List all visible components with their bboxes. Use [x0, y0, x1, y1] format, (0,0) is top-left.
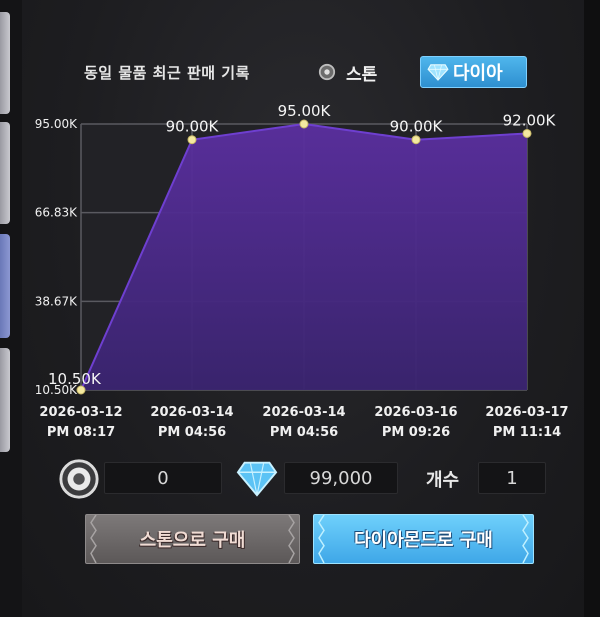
x-axis-labels: 2026-03-12 PM 08:17 2026-03-14 PM 04:56 2026… [39, 405, 568, 440]
stone-amount-field: 0 [104, 462, 222, 494]
y-tick-label: 66.83K [35, 206, 78, 220]
y-tick-label: 38.67K [35, 294, 78, 308]
y-axis-ticks: 10.50K38.67K66.83K95.00K [35, 117, 78, 397]
y-tick-label: 95.00K [35, 117, 78, 131]
zigzag-decoration-left [90, 515, 97, 563]
buy-with-diamond-button[interactable]: 다이아몬드로 구매 [313, 514, 534, 564]
diamond-icon [236, 461, 278, 497]
data-value-label: 90.00K [166, 118, 220, 136]
x-tick-date: 2026-03-14 [262, 405, 345, 420]
data-point [299, 119, 309, 129]
x-tick-date: 2026-03-12 [39, 405, 122, 420]
data-value-label: 95.00K [278, 102, 332, 120]
x-tick-time: PM 09:26 [382, 425, 450, 440]
x-tick-date: 2026-03-17 [485, 405, 568, 420]
x-tick-time: PM 04:56 [270, 425, 338, 440]
data-value-label: 92.00K [503, 111, 557, 129]
x-tick-date: 2026-03-16 [374, 405, 457, 420]
price-chart: 10.50K38.67K66.83K95.00K 10.50K90.00K95.… [35, 102, 569, 440]
buy-with-diamond-label: 다이아몬드로 구매 [354, 530, 493, 551]
data-point [411, 135, 421, 145]
zigzag-decoration-left [318, 515, 325, 563]
data-point [522, 128, 532, 138]
data-value-label: 90.00K [390, 118, 444, 136]
buy-with-stone-label: 스톤으로 구매 [139, 530, 246, 551]
diamond-amount-field: 99,000 [284, 462, 398, 494]
x-tick-time: PM 08:17 [47, 425, 115, 440]
count-label: 개수 [426, 470, 460, 491]
data-value-label: 10.50K [48, 370, 102, 388]
x-tick-date: 2026-03-14 [150, 405, 233, 420]
zigzag-decoration-right [522, 515, 529, 563]
count-input[interactable]: 1 [478, 462, 546, 494]
buy-with-stone-button[interactable]: 스톤으로 구매 [85, 514, 300, 564]
x-tick-time: PM 11:14 [493, 425, 561, 440]
data-point [187, 135, 197, 145]
zigzag-decoration-right [288, 515, 295, 563]
x-tick-time: PM 04:56 [158, 425, 226, 440]
stone-icon [59, 459, 99, 499]
